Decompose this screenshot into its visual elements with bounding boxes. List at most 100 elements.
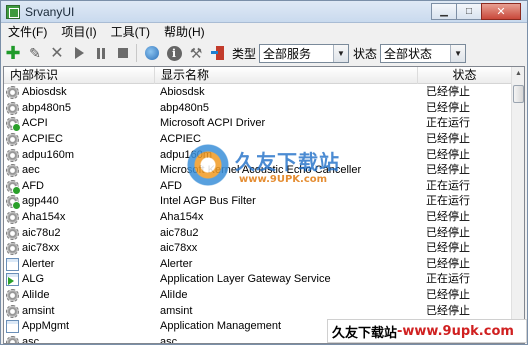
- close-button[interactable]: ✕: [481, 3, 521, 20]
- info-icon: i: [166, 45, 182, 61]
- internal-id-text: AliIde: [22, 289, 50, 302]
- internal-id-text: abp480n5: [22, 101, 71, 114]
- app-icon: [6, 4, 20, 19]
- table-row[interactable]: aic78u2 aic78u2 已经停止: [4, 225, 512, 241]
- refresh-button[interactable]: [142, 43, 162, 63]
- table-row[interactable]: Alerter Alerter 已经停止: [4, 257, 512, 273]
- cell-display-name: Intel AGP Bus Filter: [160, 195, 256, 208]
- service-gear-icon: [6, 242, 19, 256]
- internal-id-text: Aha154x: [22, 211, 66, 224]
- table-row[interactable]: agp440 Intel AGP Bus Filter 正在运行: [4, 194, 512, 210]
- chevron-down-icon[interactable]: ▼: [450, 44, 466, 62]
- cell-status: 已经停止: [426, 164, 470, 177]
- table-row[interactable]: ACPIEC ACPIEC 已经停止: [4, 132, 512, 148]
- title-bar[interactable]: SrvanyUI ▁ □ ✕: [1, 1, 527, 23]
- add-icon[interactable]: ✚: [3, 43, 23, 63]
- menu-file[interactable]: 文件(F): [1, 23, 54, 41]
- corner-watermark-brand: 久友下载站: [332, 325, 398, 341]
- vertical-scrollbar[interactable]: ▲ ▼: [511, 67, 524, 343]
- cell-display-name: Alerter: [160, 257, 193, 270]
- cell-status: 已经停止: [426, 148, 470, 161]
- cell-display-name: ACPIEC: [160, 133, 201, 146]
- cell-status: 已经停止: [426, 133, 470, 146]
- column-header-status[interactable]: 状态: [418, 67, 512, 84]
- service-gear-icon: [6, 211, 19, 225]
- internal-id-text: Alerter: [22, 257, 55, 270]
- service-gear-icon: [6, 195, 21, 210]
- table-row[interactable]: aic78xx aic78xx 已经停止: [4, 241, 512, 257]
- window-controls: ▁ □ ✕: [431, 3, 521, 20]
- cell-status: 已经停止: [426, 289, 470, 302]
- table-row[interactable]: Aha154x Aha154x 已经停止: [4, 210, 512, 226]
- cell-status: 已经停止: [426, 211, 470, 224]
- pause-icon: [97, 47, 105, 59]
- service-window-icon: [6, 273, 19, 287]
- cell-status: 已经停止: [426, 242, 470, 255]
- state-filter-value: 全部状态: [384, 46, 433, 61]
- column-header-internal-id[interactable]: 内部标识: [4, 67, 155, 84]
- cell-internal-id: amsint: [4, 304, 155, 319]
- state-filter-select[interactable]: 全部状态 ▼: [380, 43, 467, 63]
- menu-tools[interactable]: 工具(T): [104, 23, 157, 41]
- minimize-button[interactable]: ▁: [431, 3, 457, 20]
- cell-display-name: aic78xx: [160, 242, 198, 255]
- table-row[interactable]: adpu160m adpu160m 已经停止: [4, 147, 512, 163]
- menu-bar: 文件(F) 项目(I) 工具(T) 帮助(H): [1, 23, 527, 41]
- type-filter-label: 类型: [232, 46, 257, 61]
- settings-icon[interactable]: ⚒: [186, 43, 206, 63]
- cell-display-name: AFD: [160, 179, 182, 192]
- table-row[interactable]: AliIde AliIde 已经停止: [4, 288, 512, 304]
- table-row[interactable]: aec Microsoft Kernel Acoustic Echo Cancel…: [4, 163, 512, 179]
- pause-button[interactable]: [91, 43, 111, 63]
- cell-status: 已经停止: [426, 257, 470, 270]
- cell-status: 已经停止: [426, 226, 470, 239]
- start-button[interactable]: [69, 43, 89, 63]
- cell-display-name: Abiosdsk: [160, 86, 205, 99]
- column-header-display-name[interactable]: 显示名称: [155, 67, 418, 84]
- cell-status: 已经停止: [426, 86, 470, 99]
- service-gear-icon: [6, 226, 19, 240]
- cell-internal-id: ACPI: [4, 116, 155, 132]
- scroll-thumb[interactable]: [513, 85, 524, 103]
- cell-status: 正在运行: [426, 195, 470, 208]
- exit-button[interactable]: [208, 43, 228, 63]
- menu-help[interactable]: 帮助(H): [157, 23, 212, 41]
- service-gear-icon: [6, 117, 21, 132]
- internal-id-text: ACPI: [22, 117, 48, 130]
- cell-internal-id: aic78xx: [4, 241, 155, 256]
- internal-id-text: AppMgmt: [22, 320, 70, 333]
- delete-icon[interactable]: ✕: [47, 43, 67, 63]
- internal-id-text: aec: [22, 164, 40, 177]
- table-row[interactable]: Abiosdsk Abiosdsk 已经停止: [4, 85, 512, 101]
- corner-watermark-url: -www.9upk.com: [397, 323, 514, 339]
- internal-id-text: ALG: [22, 273, 45, 286]
- cell-display-name: Microsoft Kernel Acoustic Echo Canceller: [160, 164, 362, 177]
- cell-internal-id: abp480n5: [4, 101, 155, 116]
- menu-project[interactable]: 项目(I): [54, 23, 103, 41]
- service-window-icon: [6, 257, 19, 271]
- table-row[interactable]: ALG Application Layer Gateway Service 正在运行: [4, 272, 512, 288]
- chevron-down-icon[interactable]: ▼: [333, 44, 349, 62]
- table-row[interactable]: amsint amsint 已经停止: [4, 303, 512, 319]
- service-gear-icon: [6, 179, 21, 194]
- stop-button[interactable]: [113, 43, 133, 63]
- cell-status: 已经停止: [426, 304, 470, 317]
- scroll-up-icon[interactable]: ▲: [512, 67, 524, 80]
- maximize-button[interactable]: □: [456, 3, 482, 20]
- info-button[interactable]: i: [164, 43, 184, 63]
- internal-id-text: adpu160m: [22, 148, 74, 161]
- service-list[interactable]: 内部标识 显示名称 状态 Abiosdsk Abiosdsk 已经停止 abp480n…: [3, 66, 525, 344]
- type-filter-select[interactable]: 全部服务 ▼: [259, 43, 350, 63]
- cell-internal-id: asc: [4, 335, 155, 344]
- edit-icon[interactable]: ✎: [25, 43, 45, 63]
- toolbar: ✚ ✎ ✕ i ⚒ 类型 全部服务 ▼ 状态 全部状态 ▼: [1, 41, 527, 65]
- internal-id-text: asc: [22, 335, 40, 344]
- type-filter-value: 全部服务: [263, 46, 312, 61]
- table-row[interactable]: ACPI Microsoft ACPI Driver 正在运行: [4, 116, 512, 132]
- table-row[interactable]: abp480n5 abp480n5 已经停止: [4, 101, 512, 117]
- cell-internal-id: AFD: [4, 179, 155, 194]
- service-gear-icon: [6, 101, 19, 115]
- cell-internal-id: Abiosdsk: [4, 85, 155, 100]
- cell-internal-id: ACPIEC: [4, 132, 155, 147]
- table-row[interactable]: AFD AFD 正在运行: [4, 179, 512, 195]
